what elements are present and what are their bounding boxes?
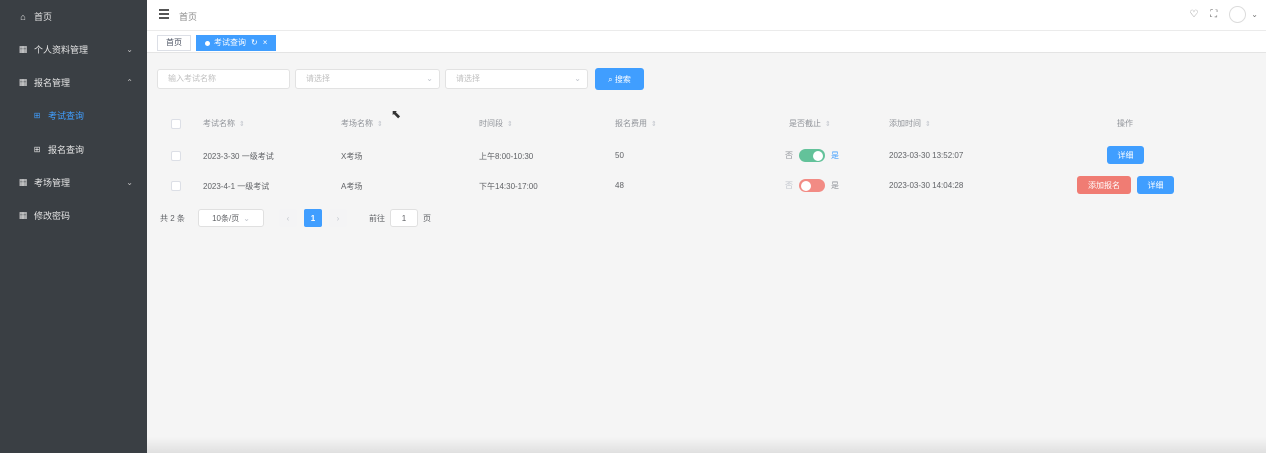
sub-grid-icon: ⊞ bbox=[33, 111, 41, 120]
cell-time-slot: 下午14:30-17:00 bbox=[479, 182, 538, 191]
sidebar-item-label: 报名查询 bbox=[48, 145, 85, 155]
sidebar-item-label: 修改密码 bbox=[34, 211, 71, 221]
cell-room-name: X考场 bbox=[341, 152, 363, 161]
cell-added-time: 2023-03-30 13:52:07 bbox=[889, 151, 964, 160]
sidebar-item-registration-query[interactable]: ⊞ 报名查询 bbox=[0, 133, 147, 166]
deadline-toggle[interactable] bbox=[799, 149, 825, 162]
pagination-total: 共 2 条 bbox=[160, 213, 185, 223]
cell-fee: 50 bbox=[615, 151, 624, 160]
select-all-checkbox[interactable] bbox=[171, 119, 181, 129]
active-dot-icon bbox=[205, 40, 210, 46]
sidebar-item-change-password[interactable]: ▦ 修改密码 bbox=[0, 199, 147, 232]
sidebar-item-registration[interactable]: ▦ 报名管理 ⌃ bbox=[0, 66, 147, 99]
sidebar-item-label: 考场管理 bbox=[34, 178, 71, 188]
tag-label: 考试查询 bbox=[214, 38, 246, 47]
column-header-exam[interactable]: 考试名称 ⇕ bbox=[203, 118, 245, 129]
detail-button[interactable]: 详细 bbox=[1107, 146, 1144, 164]
select-filter-2[interactable]: 请选择 ⌄ bbox=[445, 69, 588, 89]
chevron-down-icon: ⌄ bbox=[574, 74, 581, 83]
row-checkbox[interactable] bbox=[171, 181, 181, 191]
tags-view: 首页 考试查询 ↻ × bbox=[147, 31, 1266, 53]
sidebar-item-label: 个人资料管理 bbox=[34, 45, 89, 55]
switch-off-label: 否 bbox=[785, 181, 793, 190]
exam-name-placeholder: 输入考试名称 bbox=[168, 74, 216, 83]
sort-icon: ⇕ bbox=[825, 120, 831, 128]
fullscreen-icon[interactable]: ⛶ bbox=[1210, 9, 1217, 20]
mouse-cursor-icon: ⬉ bbox=[391, 107, 402, 121]
sidebar-item-label: 报名管理 bbox=[34, 78, 71, 88]
tag-exam-query[interactable]: 考试查询 ↻ × bbox=[196, 35, 277, 51]
cell-fee: 48 bbox=[615, 181, 624, 190]
page-number-current[interactable]: 1 bbox=[304, 209, 322, 227]
select-placeholder: 请选择 bbox=[456, 74, 480, 83]
tag-home[interactable]: 首页 bbox=[157, 35, 191, 51]
sidebar-item-exam-room[interactable]: ▦ 考场管理 ⌄ bbox=[0, 166, 147, 199]
sidebar-item-exam-query[interactable]: ⊞ 考试查询 bbox=[0, 99, 147, 132]
column-header-time[interactable]: 时间段 ⇕ bbox=[479, 118, 513, 129]
cell-time-slot: 上午8:00-10:30 bbox=[479, 152, 534, 161]
deadline-toggle[interactable] bbox=[799, 179, 825, 192]
switch-on-label: 是 bbox=[831, 181, 839, 190]
header-tools: ♡ ⛶ ⌄ bbox=[1189, 6, 1266, 23]
switch-on-label: 是 bbox=[831, 151, 839, 160]
sidebar-item-home[interactable]: ⌂ 首页 bbox=[0, 0, 147, 33]
tag-label: 首页 bbox=[166, 38, 182, 47]
column-header-actions: 操作 bbox=[1117, 119, 1133, 128]
goto-suffix: 页 bbox=[423, 213, 431, 223]
column-header-room[interactable]: 考场名称 ⇕ bbox=[341, 118, 383, 129]
add-registration-button[interactable]: 添加报名 bbox=[1077, 176, 1131, 194]
bottom-shade bbox=[147, 437, 1266, 453]
top-header: 首页 ♡ ⛶ ⌄ bbox=[147, 0, 1266, 31]
column-header-fee[interactable]: 报名费用 ⇕ bbox=[615, 118, 657, 129]
switch-off-label: 否 bbox=[785, 151, 793, 160]
page-size-select[interactable]: 10条/页 ⌄ bbox=[198, 209, 264, 227]
deadline-switch-group: 否 是 bbox=[785, 179, 839, 192]
sub-grid-icon: ⊞ bbox=[33, 145, 41, 154]
sort-icon: ⇕ bbox=[377, 120, 383, 128]
chevron-up-icon: ⌃ bbox=[126, 78, 133, 87]
grid-icon: ▦ bbox=[18, 77, 28, 87]
select-filter-1[interactable]: 请选择 ⌄ bbox=[295, 69, 440, 89]
menu-toggle-icon[interactable] bbox=[159, 9, 169, 19]
chevron-down-icon: ⌄ bbox=[243, 213, 250, 223]
sort-icon: ⇕ bbox=[507, 120, 513, 128]
column-header-added[interactable]: 添加时间 ⇕ bbox=[889, 118, 931, 129]
cell-room-name: A考场 bbox=[341, 182, 363, 191]
sidebar-item-profile[interactable]: ▦ 个人资料管理 ⌄ bbox=[0, 33, 147, 66]
goto-page-input[interactable]: 1 bbox=[390, 209, 418, 227]
sort-icon: ⇕ bbox=[925, 120, 931, 128]
prev-page-button[interactable]: ‹ bbox=[279, 209, 297, 227]
sort-icon: ⇕ bbox=[239, 120, 245, 128]
row-checkbox[interactable] bbox=[171, 151, 181, 161]
grid-icon: ▦ bbox=[18, 44, 28, 54]
grid-icon: ▦ bbox=[18, 177, 28, 187]
goto-label: 前往 bbox=[369, 213, 385, 223]
cell-exam-name: 2023-3-30 一级考试 bbox=[203, 152, 274, 161]
search-button[interactable]: ⌕ 搜索 bbox=[595, 68, 644, 90]
chevron-down-icon: ⌄ bbox=[126, 45, 133, 54]
sidebar-item-label: 首页 bbox=[34, 12, 53, 22]
exam-name-input[interactable]: 输入考试名称 bbox=[157, 69, 290, 89]
detail-button[interactable]: 详细 bbox=[1137, 176, 1174, 194]
home-icon: ⌂ bbox=[20, 11, 26, 22]
select-placeholder: 请选择 bbox=[306, 74, 330, 83]
cell-exam-name: 2023-4-1 一级考试 bbox=[203, 182, 270, 191]
column-header-deadline[interactable]: 是否截止 ⇕ bbox=[789, 118, 831, 129]
next-page-button[interactable]: › bbox=[329, 209, 347, 227]
sidebar: ⌂ 首页 ▦ 个人资料管理 ⌄ ▦ 报名管理 ⌃ ⊞ 考试查询 ⊞ 报名查询 ▦… bbox=[0, 0, 147, 453]
chevron-down-icon: ⌄ bbox=[126, 178, 133, 187]
sort-icon: ⇕ bbox=[651, 120, 657, 128]
cell-added-time: 2023-03-30 14:04:28 bbox=[889, 181, 964, 190]
theme-icon[interactable]: ♡ bbox=[1189, 9, 1198, 20]
sidebar-item-label: 考试查询 bbox=[48, 111, 85, 121]
close-icon[interactable]: × bbox=[263, 36, 268, 50]
refresh-icon[interactable]: ↻ bbox=[251, 36, 258, 50]
avatar[interactable] bbox=[1229, 6, 1247, 23]
deadline-switch-group: 否 是 bbox=[785, 149, 839, 162]
chevron-down-icon[interactable]: ⌄ bbox=[1251, 10, 1258, 19]
chevron-down-icon: ⌄ bbox=[426, 74, 433, 83]
grid-icon: ▦ bbox=[18, 210, 28, 220]
breadcrumb[interactable]: 首页 bbox=[179, 10, 197, 23]
page-size-value: 10条/页 bbox=[212, 213, 240, 223]
